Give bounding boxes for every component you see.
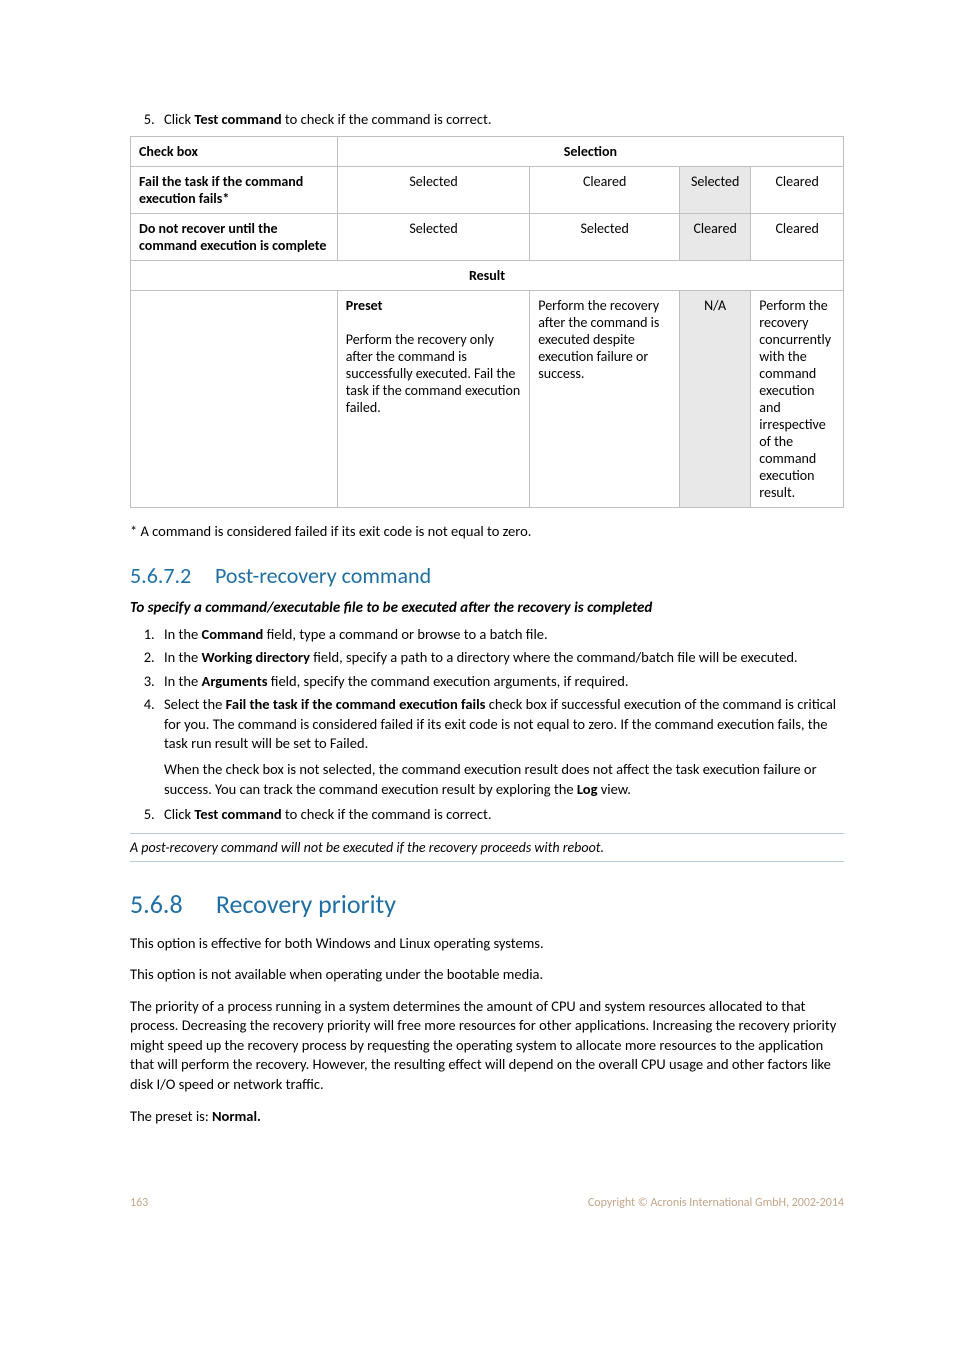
page-number: 163	[130, 1196, 148, 1210]
para-3: The priority of a process running in a s…	[130, 997, 844, 1095]
s4b: Fail the task if the command execution f…	[226, 695, 486, 713]
p4a: The preset is:	[130, 1107, 212, 1125]
step-1: In the Command field, type a command or …	[158, 625, 844, 645]
row2-c4: Cleared	[751, 213, 844, 260]
post-recovery-steps: In the Command field, type a command or …	[130, 625, 844, 825]
row1-c4: Cleared	[751, 166, 844, 213]
row2-c2: Selected	[530, 213, 680, 260]
s5b: Test command	[194, 805, 281, 823]
step-2: In the Working directory field, specify …	[158, 648, 844, 668]
s5a: Click	[164, 805, 194, 823]
s4bc: view.	[597, 780, 630, 798]
h2-num: 5.6.8	[130, 888, 210, 920]
heading-post-recovery: 5.6.7.2 Post-recovery command	[130, 562, 844, 589]
s4ba: When the check box is not selected, the …	[164, 760, 817, 798]
row1-c1: Selected	[337, 166, 530, 213]
s3b: Arguments	[202, 672, 268, 690]
th-checkbox: Check box	[131, 136, 338, 166]
table-row: Preset Perform the recovery only after t…	[131, 290, 844, 507]
note-box: A post-recovery command will not be exec…	[130, 833, 844, 862]
step-5-top: Click Test command to check if the comma…	[158, 110, 844, 130]
s3a: In the	[164, 672, 202, 690]
s1b: Command	[202, 625, 264, 643]
row1-c2: Cleared	[530, 166, 680, 213]
h2-title: Recovery priority	[216, 888, 396, 920]
s5c: to check if the command is correct.	[282, 805, 492, 823]
step-5-top-a: Click	[164, 110, 194, 128]
step-5: Click Test command to check if the comma…	[158, 805, 844, 825]
para-2: This option is not available when operat…	[130, 965, 844, 985]
row3-c1-text: Perform the recovery only after the comm…	[346, 331, 520, 416]
s4a: Select the	[164, 695, 226, 713]
th-selection: Selection	[337, 136, 843, 166]
row3-c3: N/A	[679, 290, 750, 507]
row2-c3: Cleared	[679, 213, 750, 260]
s4bb: Log	[577, 780, 598, 798]
s2c: field, specify a path to a directory whe…	[310, 648, 798, 666]
page-body: Click Test command to check if the comma…	[0, 0, 954, 1270]
step-4: Select the Fail the task if the command …	[158, 695, 844, 799]
table-head-row: Check box Selection	[131, 136, 844, 166]
step-5-top-b: Test command	[194, 110, 281, 128]
footnote: * A command is considered failed if its …	[130, 522, 844, 540]
row3-c4: Perform the recovery concurrently with t…	[751, 290, 844, 507]
p4b: Normal.	[212, 1107, 261, 1125]
step-3: In the Arguments field, specify the comm…	[158, 672, 844, 692]
row2-label: Do not recover until the command executi…	[131, 213, 338, 260]
result-head-row: Result	[131, 260, 844, 290]
table-row: Fail the task if the command execution f…	[131, 166, 844, 213]
step-5-top-c: to check if the command is correct.	[282, 110, 492, 128]
s2a: In the	[164, 648, 202, 666]
page-footer: 163 Copyright © Acronis International Gm…	[130, 1196, 844, 1210]
row2-c1: Selected	[337, 213, 530, 260]
h3-num: 5.6.7.2	[130, 562, 210, 589]
row3-c1-bold: Preset	[346, 297, 383, 314]
s2b: Working directory	[202, 648, 310, 666]
s1a: In the	[164, 625, 202, 643]
row3-c1: Preset Perform the recovery only after t…	[337, 290, 530, 507]
lead-sentence: To specify a command/executable file to …	[130, 599, 844, 617]
row3-empty	[131, 290, 338, 507]
row3-c2: Perform the recovery after the command i…	[530, 290, 680, 507]
h3-title: Post-recovery command	[215, 562, 431, 589]
para-1: This option is effective for both Window…	[130, 934, 844, 954]
top-step-list: Click Test command to check if the comma…	[130, 110, 844, 130]
s1c: field, type a command or browse to a bat…	[263, 625, 547, 643]
row1-label: Fail the task if the command execution f…	[131, 166, 338, 213]
copyright: Copyright © Acronis International GmbH, …	[588, 1196, 844, 1210]
selection-table: Check box Selection Fail the task if the…	[130, 136, 844, 508]
heading-recovery-priority: 5.6.8 Recovery priority	[130, 888, 844, 920]
step-4-sub: When the check box is not selected, the …	[164, 760, 844, 799]
s3c: field, specify the command execution arg…	[268, 672, 629, 690]
row1-c3: Selected	[679, 166, 750, 213]
table-row: Do not recover until the command executi…	[131, 213, 844, 260]
result-head: Result	[131, 260, 844, 290]
para-4: The preset is: Normal.	[130, 1107, 844, 1127]
